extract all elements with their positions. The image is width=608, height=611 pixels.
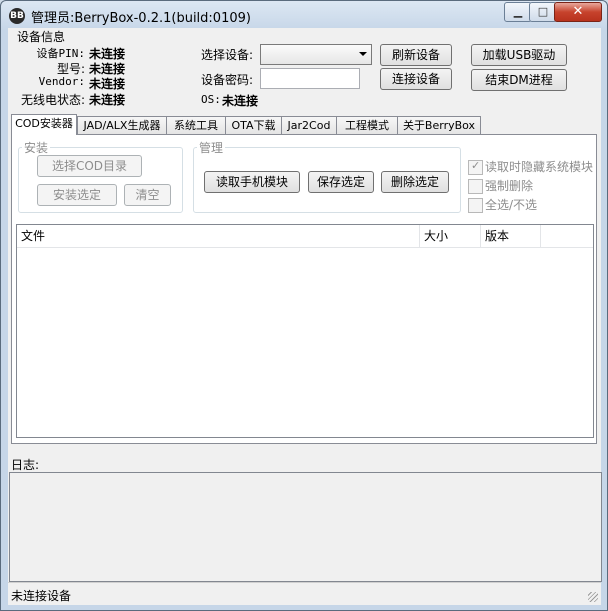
header-divider: [17, 247, 593, 248]
manage-group-label: 管理: [197, 139, 226, 156]
connect-device-button[interactable]: 连接设备: [380, 68, 452, 90]
log-area[interactable]: [9, 472, 602, 582]
resize-grip-icon[interactable]: [588, 592, 598, 602]
force-delete-label: 强制删除: [485, 179, 534, 193]
delete-selected-button[interactable]: 删除选定: [381, 171, 449, 193]
log-label: 日志:: [11, 458, 40, 472]
tab-jar2cod[interactable]: Jar2Cod: [281, 116, 337, 134]
blackberry-icon: BB: [9, 8, 25, 24]
column-header-file[interactable]: 文件: [17, 225, 420, 247]
app-window: BB 管理员:BerryBox-0.2.1(build:0109) ▁ □ ✕ …: [0, 0, 608, 611]
checkmark-icon: ✓: [471, 159, 481, 172]
vendor-value: 未连接: [89, 77, 126, 91]
file-list[interactable]: 文件 大小 版本: [16, 224, 594, 438]
select-device-label: 选择设备:: [201, 48, 254, 62]
save-selected-button[interactable]: 保存选定: [308, 171, 374, 193]
select-all-checkbox[interactable]: [468, 198, 483, 213]
device-select[interactable]: [260, 44, 372, 65]
close-button[interactable]: ✕: [554, 2, 602, 22]
os-value: 未连接: [222, 94, 259, 108]
pin-label: 设备PIN:: [36, 47, 86, 60]
column-header-version[interactable]: 版本: [481, 225, 541, 247]
radio-status-label: 无线电状态:: [20, 93, 85, 107]
install-selected-button[interactable]: 安装选定: [37, 184, 117, 206]
title-bar[interactable]: BB 管理员:BerryBox-0.2.1(build:0109) ▁ □ ✕: [1, 1, 607, 29]
status-bar: 未连接设备: [8, 582, 601, 605]
status-text: 未连接设备: [11, 589, 72, 603]
chevron-down-icon: [359, 52, 367, 56]
end-dm-process-button[interactable]: 结束DM进程: [471, 69, 567, 91]
tab-panel-cod-installer: 安装 选择COD目录 安装选定 清空 管理 读取手机模块 保存选定 删除选定 ✓…: [11, 134, 597, 444]
read-modules-button[interactable]: 读取手机模块: [204, 171, 300, 193]
close-icon: ✕: [572, 4, 584, 19]
device-info-group-label: 设备信息: [17, 30, 66, 44]
tab-engineering-mode[interactable]: 工程模式: [336, 116, 398, 134]
client-area: 设备信息 设备PIN: 未连接 型号: 未连接 Vendor: 未连接 无线电状…: [8, 28, 602, 605]
window-title: 管理员:BerryBox-0.2.1(build:0109): [31, 11, 251, 26]
tab-system-tools[interactable]: 系统工具: [166, 116, 226, 134]
tab-about-berrybox[interactable]: 关于BerryBox: [397, 116, 481, 134]
choose-cod-dir-button[interactable]: 选择COD目录: [37, 155, 142, 177]
os-label: OS:: [201, 93, 221, 106]
radio-status-value: 未连接: [89, 93, 126, 107]
hide-system-checkbox[interactable]: ✓: [468, 159, 483, 175]
tab-cod-installer[interactable]: COD安装器: [11, 114, 77, 135]
force-delete-checkbox[interactable]: [468, 179, 483, 194]
select-all-label: 全选/不选: [485, 198, 538, 212]
password-field[interactable]: [260, 68, 360, 89]
install-group-label: 安装: [22, 139, 51, 156]
hide-system-label: 读取时隐藏系统模块: [485, 160, 594, 174]
column-header-size[interactable]: 大小: [420, 225, 481, 247]
minimize-icon: ▁: [513, 5, 523, 18]
maximize-icon: □: [537, 5, 549, 18]
load-usb-driver-button[interactable]: 加载USB驱动: [471, 44, 567, 66]
tab-ota-download[interactable]: OTA下载: [225, 116, 282, 134]
clear-button[interactable]: 清空: [124, 184, 171, 206]
tab-jad-alx-generator[interactable]: JAD/ALX生成器: [77, 116, 167, 134]
password-label: 设备密码:: [201, 73, 254, 87]
refresh-device-button[interactable]: 刷新设备: [380, 44, 452, 66]
vendor-label: Vendor:: [38, 75, 85, 88]
maximize-button[interactable]: □: [529, 2, 557, 22]
minimize-button[interactable]: ▁: [504, 2, 532, 22]
